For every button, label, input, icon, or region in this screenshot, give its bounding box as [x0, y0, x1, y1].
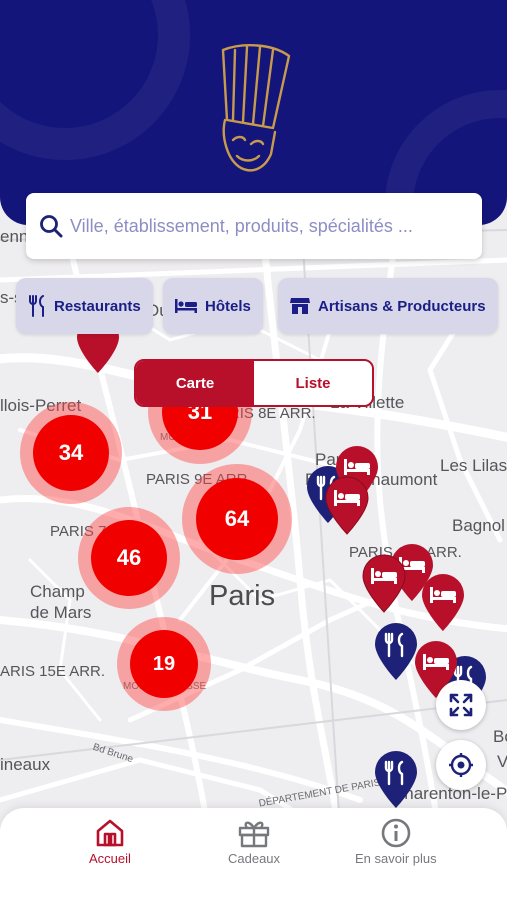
- cluster-count: 46: [91, 520, 167, 596]
- nav-home-label: Accueil: [89, 851, 131, 866]
- nav-home[interactable]: Accueil: [89, 818, 131, 866]
- restaurant-pin[interactable]: [372, 750, 420, 810]
- expand-map-button[interactable]: [436, 680, 486, 730]
- header-decoration: [0, 0, 190, 160]
- bottom-navigation: Accueil Cadeaux En savoir plus: [0, 808, 507, 900]
- view-toggle: Carte Liste: [134, 359, 374, 407]
- filter-hotels-button[interactable]: Hôtels: [163, 278, 263, 334]
- map-view-tab[interactable]: Carte: [136, 361, 254, 405]
- filter-label: Artisans & Producteurs: [318, 297, 486, 315]
- map-label-les-lilas: Les Lilas: [440, 456, 507, 475]
- search-input[interactable]: [70, 215, 470, 237]
- expand-arrows-icon: [449, 693, 473, 717]
- nav-info-label: En savoir plus: [355, 851, 437, 866]
- hotel-pin[interactable]: [419, 573, 467, 633]
- list-view-tab[interactable]: Liste: [254, 361, 372, 405]
- crosshair-location-icon: [449, 753, 473, 777]
- cluster-marker[interactable]: 46: [78, 507, 180, 609]
- cluster-count: 64: [196, 478, 278, 560]
- filter-label: Hôtels: [205, 297, 251, 315]
- home-icon: [96, 819, 124, 847]
- cluster-marker[interactable]: 64: [182, 464, 292, 574]
- locate-me-button[interactable]: [436, 740, 486, 790]
- map-label-champ-de-mars: Champ de Mars: [30, 582, 92, 622]
- hotel-pin[interactable]: [360, 554, 408, 614]
- cluster-marker[interactable]: 34: [20, 402, 122, 504]
- search-bar[interactable]: [26, 193, 482, 259]
- cluster-marker[interactable]: 19: [117, 617, 211, 711]
- map-label-bois: Bo: [493, 727, 507, 746]
- nav-gifts-label: Cadeaux: [228, 851, 281, 866]
- gift-box-icon: [238, 821, 270, 848]
- map-label-paris-15: ARIS 15E ARR.: [0, 663, 106, 680]
- map-label-val: V: [497, 752, 507, 771]
- cluster-count: 34: [33, 415, 109, 491]
- cluster-count: 19: [130, 630, 198, 698]
- search-icon: [40, 215, 63, 238]
- fork-knife-icon: [29, 295, 44, 317]
- map-label-paris: Paris: [209, 580, 276, 612]
- map-label-bagnolet: Bagnol: [452, 516, 505, 535]
- chef-hat-logo-icon: [221, 44, 291, 172]
- filter-artisans-button[interactable]: Artisans & Producteurs: [278, 278, 498, 334]
- filter-restaurants-button[interactable]: Restaurants: [16, 278, 153, 334]
- shop-icon: [290, 298, 310, 314]
- bed-icon: [175, 299, 197, 313]
- nav-info[interactable]: En savoir plus: [355, 818, 437, 866]
- app-header: [0, 0, 507, 225]
- info-icon: [381, 818, 411, 848]
- map-label-moulineaux: ineaux: [0, 755, 51, 774]
- nav-gifts[interactable]: Cadeaux: [228, 818, 280, 866]
- hotel-pin[interactable]: [323, 476, 371, 536]
- filter-label: Restaurants: [54, 297, 141, 315]
